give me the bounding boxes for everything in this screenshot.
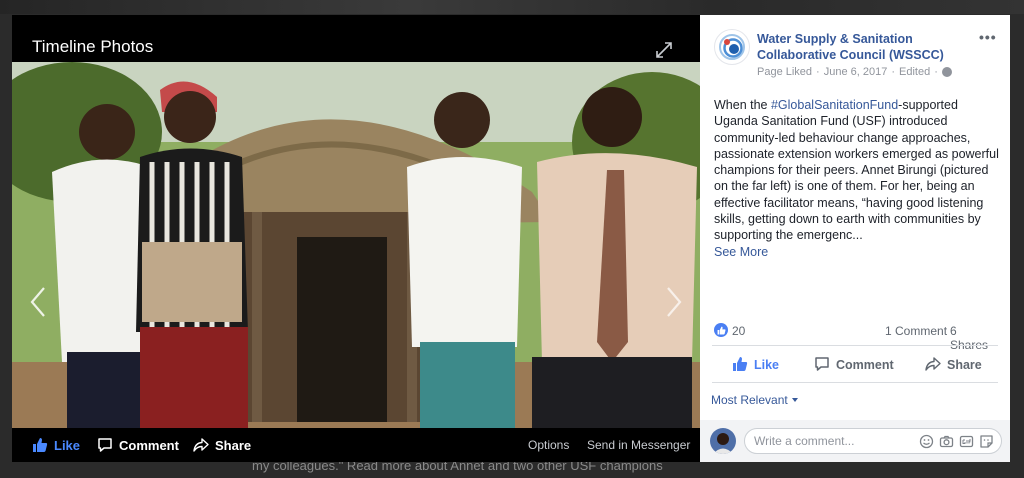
see-more-link[interactable]: See More	[714, 244, 1000, 260]
comment-label: Comment	[836, 358, 894, 372]
backdrop-band	[0, 0, 1024, 14]
theater-share-label: Share	[215, 437, 252, 453]
divider	[712, 345, 998, 346]
theater-comment-button[interactable]: Comment	[97, 428, 179, 462]
share-arrow-icon	[925, 356, 941, 375]
avatar[interactable]	[710, 428, 736, 454]
theater-action-bar: Like Comment Share Options Send in Messe…	[12, 428, 700, 462]
page-liked-label: Page Liked	[757, 66, 813, 78]
prev-arrow-icon[interactable]	[26, 282, 50, 322]
theater-title: Timeline Photos	[32, 37, 154, 56]
options-link[interactable]: Options	[528, 428, 569, 462]
photo-illustration	[12, 62, 700, 428]
theater-like-button[interactable]: Like	[32, 428, 80, 462]
meta-separator: ·	[816, 66, 820, 78]
comment-count-link[interactable]: 1 Comment	[885, 324, 947, 338]
thumbs-up-icon	[32, 437, 48, 453]
wsscc-logo-icon	[719, 34, 745, 60]
page-name-link[interactable]: Water Supply & Sanitation Collaborative …	[757, 31, 972, 63]
camera-icon[interactable]	[939, 434, 954, 449]
theater-share-button[interactable]: Share	[193, 428, 251, 462]
comment-composer	[700, 420, 1010, 462]
next-arrow-icon[interactable]	[662, 282, 686, 322]
share-label: Share	[947, 358, 982, 372]
theater-comment-label: Comment	[119, 437, 179, 453]
gif-icon[interactable]	[959, 434, 974, 449]
reactions-row: 20 1 Comment 6 Shares	[714, 323, 998, 352]
like-button[interactable]: Like	[732, 350, 779, 380]
share-arrow-icon	[193, 437, 209, 453]
hashtag-link[interactable]: #GlobalSanitationFund	[771, 98, 898, 112]
like-label: Like	[754, 358, 780, 372]
post-action-bar: Like Comment Share	[700, 350, 1010, 380]
emoji-icon[interactable]	[919, 434, 934, 449]
comment-bubble-icon	[814, 356, 830, 375]
meta-separator: ·	[891, 66, 896, 78]
like-reaction-icon[interactable]	[714, 323, 728, 337]
edited-label[interactable]: Edited	[899, 66, 930, 78]
comment-button[interactable]: Comment	[814, 350, 894, 380]
reaction-count[interactable]: 20	[732, 324, 745, 338]
thumbs-up-icon	[732, 356, 748, 375]
theater-like-label: Like	[54, 437, 81, 453]
timeline-photo[interactable]	[12, 62, 700, 428]
post-text: When the #GlobalSanitationFund-supported…	[714, 97, 1000, 260]
chevron-down-icon	[791, 398, 798, 402]
divider	[712, 382, 998, 383]
sticker-icon[interactable]	[979, 434, 994, 449]
photo-theater: Timeline Photos Like Comment Share Optio…	[12, 15, 700, 462]
page-avatar[interactable]	[714, 29, 750, 65]
post-text-start: When the	[714, 98, 771, 112]
comment-sort-dropdown[interactable]: Most Relevant	[711, 393, 798, 407]
send-in-messenger-link[interactable]: Send in Messenger	[587, 428, 690, 462]
post-meta: Page Liked · June 6, 2017 · Edited ·	[757, 66, 952, 78]
globe-icon	[941, 67, 952, 77]
more-options-icon[interactable]: •••	[979, 29, 997, 45]
post-side-panel: Water Supply & Sanitation Collaborative …	[700, 15, 1010, 462]
post-date[interactable]: June 6, 2017	[824, 66, 888, 78]
meta-separator: ·	[934, 66, 938, 78]
comment-sort-label: Most Relevant	[711, 393, 788, 407]
share-button[interactable]: Share	[925, 350, 982, 380]
expand-icon[interactable]	[655, 41, 673, 59]
post-text-body: -supported Uganda Sanitation Fund (USF) …	[714, 98, 999, 243]
comment-bubble-icon	[97, 437, 113, 453]
share-count-link[interactable]: 6 Shares	[950, 324, 998, 352]
